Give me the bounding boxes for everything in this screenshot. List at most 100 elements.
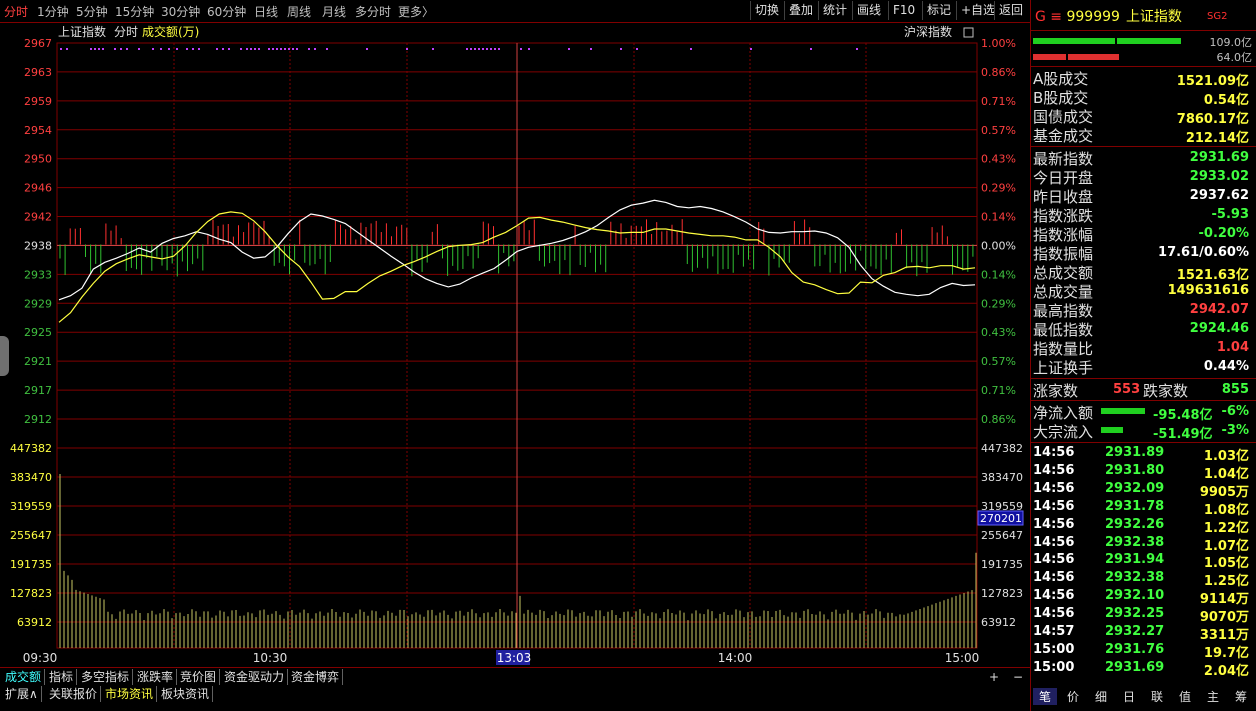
quote-tab-0[interactable]: 笔 (1033, 688, 1057, 705)
row-label: B股成交 (1033, 89, 1089, 107)
flow-row: 净流入额 -95.48亿 -6% (1031, 402, 1253, 423)
row-label: 昨日收盘 (1033, 188, 1094, 206)
price-tick-label: 2963 (24, 66, 52, 79)
toolbar-button-7[interactable]: 返回 (994, 1, 1027, 20)
quote-tab-6[interactable]: 主 (1201, 688, 1225, 705)
info-tab-1[interactable]: 关联报价 (46, 686, 102, 702)
quote-tab-1[interactable]: 价 (1061, 688, 1085, 705)
event-marker (482, 48, 484, 50)
quote-tab-2[interactable]: 细 (1089, 688, 1113, 705)
event-marker (406, 48, 408, 50)
quote-tab-3[interactable]: 日 (1117, 688, 1141, 705)
cursor-time-label: 13:03 (497, 651, 532, 665)
period-tab-9[interactable]: 多分时 (355, 3, 391, 20)
info-tab-3[interactable]: 板块资讯 (158, 686, 214, 702)
indicator-tab-4[interactable]: 竞价图 (177, 669, 221, 685)
row-label: 指数涨跌 (1033, 207, 1094, 225)
index-stat-row: 指数涨跌 -5.93 (1031, 205, 1253, 225)
row-label: 总成交量 (1033, 283, 1094, 301)
flow-bar (1101, 408, 1145, 414)
row-label: 指数振幅 (1033, 245, 1094, 263)
tick-price: 2931.89 (1105, 445, 1165, 460)
period-tab-10[interactable]: 更多〉 (398, 3, 434, 20)
indicator-tab-1[interactable]: 指标 (46, 669, 78, 685)
toolbar-button-2[interactable]: 统计 (818, 1, 851, 20)
event-marker (568, 48, 570, 50)
period-tab-7[interactable]: 周线 (287, 3, 311, 20)
period-tab-0[interactable]: 分时 (4, 3, 28, 20)
period-tab-4[interactable]: 30分钟 (161, 3, 200, 20)
price-tick-label: 2954 (24, 124, 52, 137)
period-tab-5[interactable]: 60分钟 (207, 3, 246, 20)
symbol-prefix: G ≡ (1035, 9, 1063, 25)
trade-tick-row: 14:56 2931.89 1.03亿 (1031, 444, 1253, 464)
volume-row: 基金成交 212.14亿 (1031, 125, 1253, 146)
event-marker (186, 48, 188, 50)
trade-tick-row: 15:00 2931.76 19.7亿 (1031, 641, 1253, 661)
event-marker (246, 48, 248, 50)
tick-price: 2931.76 (1105, 641, 1165, 657)
pct-tick-label: 0.86% (981, 66, 1016, 79)
toolbar-button-6[interactable]: +自选 (956, 1, 999, 20)
row-label: 最高指数 (1033, 302, 1094, 320)
indicator-tab-0[interactable]: 成交额 (2, 669, 46, 685)
price-tick-label: 2921 (24, 355, 52, 368)
toolbar-button-4[interactable]: F10 (888, 1, 919, 20)
volume-tick-label-right: 383470 (981, 471, 1023, 484)
event-marker (192, 48, 194, 50)
indicator-tab-6[interactable]: 资金博弈 (288, 669, 344, 685)
chart-volume-unit: 成交额(万) (142, 24, 199, 39)
pct-tick-label: 0.14% (981, 211, 1016, 224)
event-marker (60, 48, 62, 50)
period-tab-1[interactable]: 1分钟 (37, 3, 69, 20)
price-tick-label: 2938 (24, 239, 52, 252)
row-label: A股成交 (1033, 70, 1089, 88)
zoom-in-button[interactable]: + (986, 669, 1002, 685)
indicator-tab-3[interactable]: 涨跌率 (134, 669, 178, 685)
index-stat-row: 最低指数 2924.46 (1031, 319, 1253, 339)
event-marker (856, 48, 858, 50)
event-marker (276, 48, 278, 50)
volume-tick-label-right: 127823 (981, 587, 1023, 600)
pct-tick-label: 0.29% (981, 297, 1016, 310)
tick-price: 2932.38 (1105, 534, 1165, 550)
toolbar-button-3[interactable]: 画线 (852, 1, 885, 20)
row-value: 17.61/0.60% (1158, 245, 1249, 260)
advance-label: 涨家数 (1033, 382, 1079, 400)
pct-tick-label: 0.71% (981, 384, 1016, 397)
quote-tab-5[interactable]: 值 (1173, 688, 1197, 705)
toolbar-button-5[interactable]: 标记 (922, 1, 955, 20)
tick-price: 2931.94 (1105, 552, 1165, 568)
intraday-chart[interactable]: 上证指数 分时 成交额(万) 沪深指数 2967 1.00% 2963 0.86% 2959 0.… (0, 22, 1030, 667)
period-toolbar: 分时 1分钟 5分钟 15分钟 30分钟 60分钟 日线 周线 月线 多分时 更多〉 切换 叠加 统计 画线… (0, 0, 1030, 23)
period-tab-8[interactable]: 月线 (322, 3, 346, 20)
period-tab-6[interactable]: 日线 (254, 3, 278, 20)
row-value: -0.20% (1198, 226, 1250, 241)
tick-time: 14:56 (1033, 516, 1075, 532)
info-tab-2[interactable]: 市场资讯 (102, 686, 158, 702)
zoom-out-button[interactable]: − (1010, 669, 1026, 685)
period-tab-3[interactable]: 15分钟 (115, 3, 154, 20)
quote-tab-7[interactable]: 筹 (1229, 688, 1253, 705)
trade-tick-row: 14:56 2932.38 1.25亿 (1031, 569, 1253, 589)
toolbar-button-0[interactable]: 切换 (750, 1, 783, 20)
event-marker (280, 48, 282, 50)
indicator-tabs: 成交额 指标 多空指标 涨跌率 竞价图 资金驱动力 资金博弈 + − (0, 667, 1030, 686)
row-label: 指数量比 (1033, 340, 1094, 358)
period-tab-2[interactable]: 5分钟 (76, 3, 108, 20)
info-tab-0[interactable]: 扩展∧ (2, 686, 42, 702)
event-marker (366, 48, 368, 50)
decline-label: 跌家数 (1143, 382, 1189, 400)
event-marker (474, 48, 476, 50)
indicator-tab-5[interactable]: 资金驱动力 (221, 669, 289, 685)
quote-tab-4[interactable]: 联 (1145, 688, 1169, 705)
event-marker (126, 48, 128, 50)
expand-left-handle[interactable] (0, 336, 9, 376)
event-marker (520, 48, 522, 50)
chart-mode-label: 分时 (114, 25, 138, 39)
time-tick-label: 09:30 (23, 651, 58, 665)
row-label: 大宗流入 (1033, 423, 1094, 441)
indicator-tab-2[interactable]: 多空指标 (78, 669, 134, 685)
toolbar-button-1[interactable]: 叠加 (784, 1, 817, 20)
volume-row: A股成交 1521.09亿 (1031, 68, 1253, 89)
